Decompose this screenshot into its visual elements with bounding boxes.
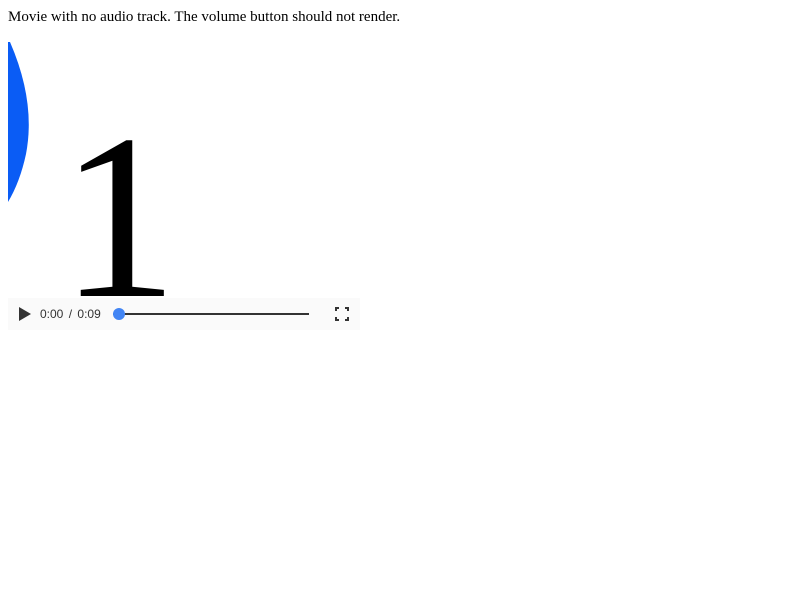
media-controls: 0:00 / 0:09 <box>8 298 360 330</box>
timeline-thumb[interactable] <box>112 308 125 320</box>
frame-digit: 1 <box>60 87 178 331</box>
video-player[interactable]: 1 0:00 / 0:09 <box>8 42 360 330</box>
timeline-slider[interactable] <box>112 308 309 320</box>
time-separator: / <box>68 307 73 321</box>
timeline-track <box>112 313 309 315</box>
play-button[interactable] <box>18 306 32 322</box>
duration: 0:09 <box>77 307 101 321</box>
current-time: 0:00 <box>40 307 64 321</box>
fullscreen-icon <box>335 307 349 321</box>
page-caption: Movie with no audio track. The volume bu… <box>8 9 401 25</box>
play-icon <box>19 307 31 321</box>
time-display: 0:00 / 0:09 <box>40 307 101 321</box>
video-frame: 1 <box>8 42 360 330</box>
fullscreen-button[interactable] <box>334 306 350 322</box>
